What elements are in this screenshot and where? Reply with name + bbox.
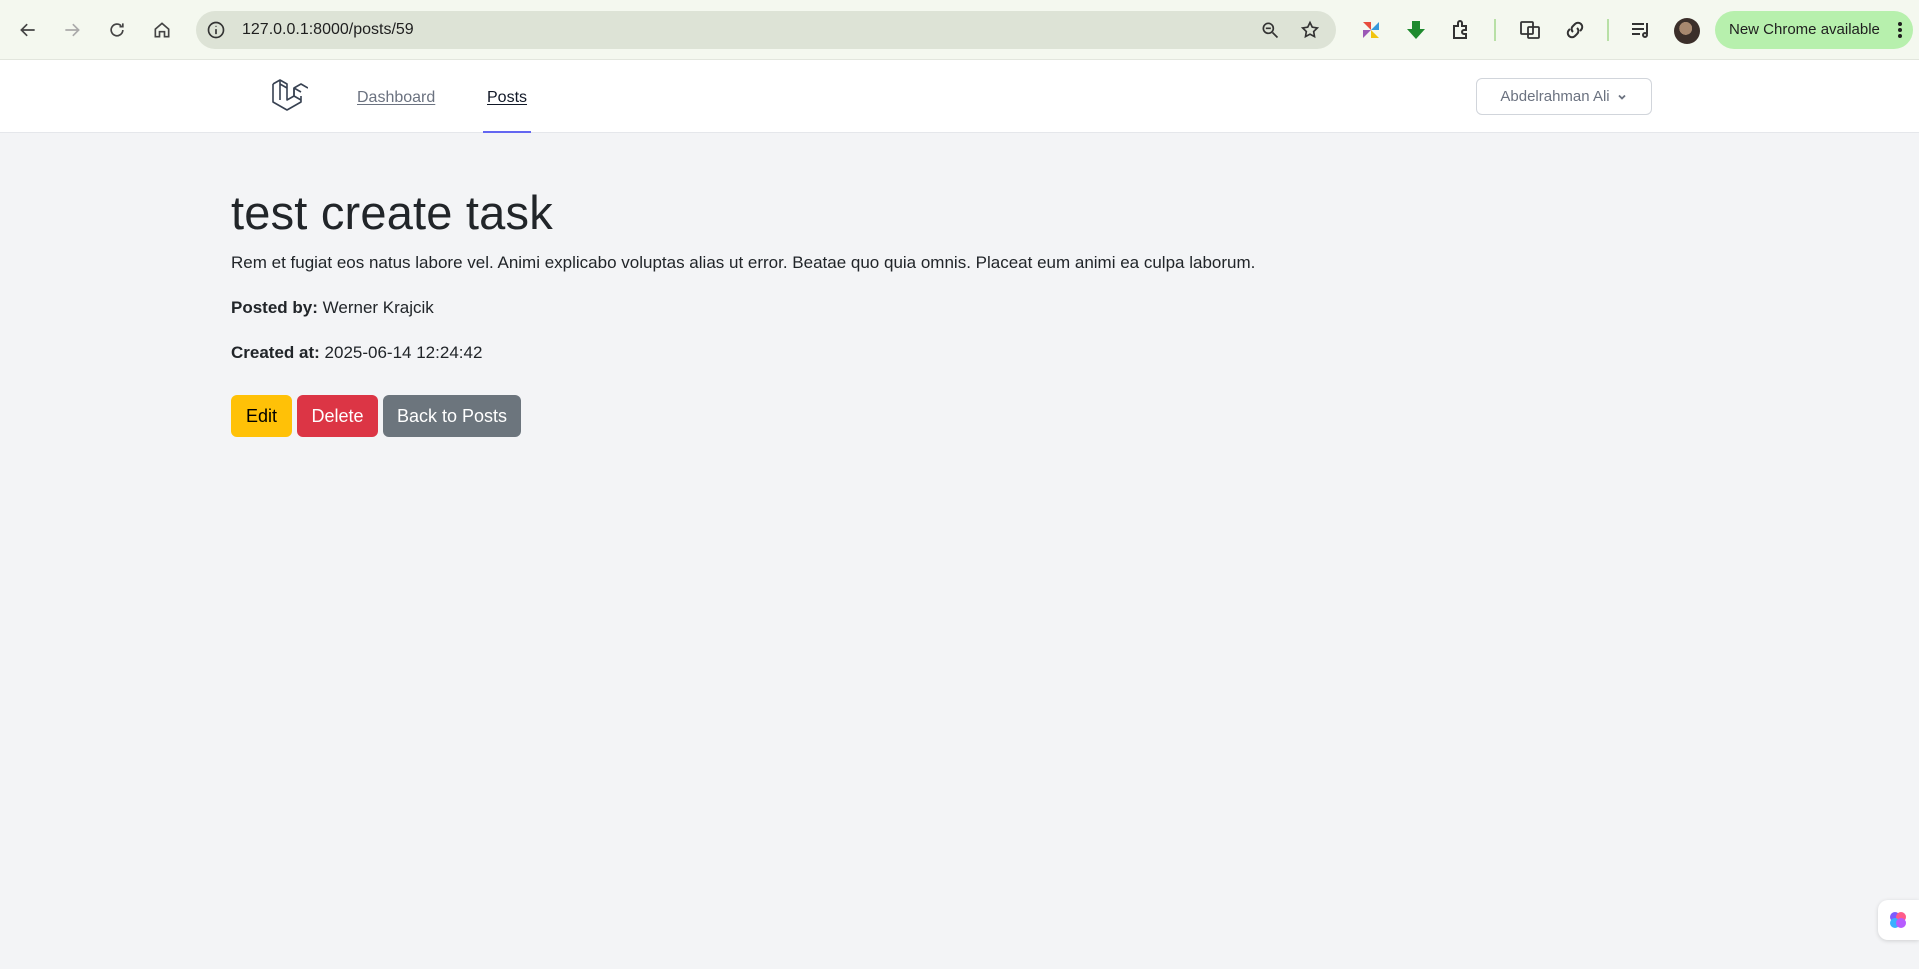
back-icon[interactable] — [12, 14, 44, 46]
translate-icon[interactable] — [1518, 18, 1542, 42]
toolbar-divider — [1494, 19, 1496, 41]
edit-button[interactable]: Edit — [231, 395, 292, 437]
address-bar[interactable]: 127.0.0.1:8000/posts/59 — [196, 11, 1336, 49]
reload-icon[interactable] — [101, 14, 133, 46]
chevron-down-icon — [1617, 94, 1626, 100]
browser-toolbar: 127.0.0.1:8000/posts/59 New Chrome avail… — [0, 0, 1919, 60]
post-body: Rem et fugiat eos natus labore vel. Anim… — [231, 253, 1256, 272]
post-detail: test create task Rem et fugiat eos natus… — [231, 185, 1255, 437]
update-chrome-button[interactable]: New Chrome available — [1715, 11, 1913, 49]
more-menu-icon[interactable] — [1897, 21, 1903, 39]
site-info-icon[interactable] — [206, 20, 226, 40]
bookmark-star-icon[interactable] — [1300, 20, 1320, 40]
forward-icon[interactable] — [56, 14, 88, 46]
posted-by-label: Posted by: — [231, 298, 318, 317]
color-picker-extension-icon[interactable] — [1359, 18, 1383, 42]
back-to-posts-button[interactable]: Back to Posts — [383, 395, 521, 437]
created-at-label: Created at: — [231, 343, 320, 362]
url-text[interactable]: 127.0.0.1:8000/posts/59 — [242, 11, 414, 49]
media-queue-icon[interactable] — [1629, 18, 1653, 42]
laravel-logo-icon[interactable] — [268, 76, 308, 116]
home-icon[interactable] — [146, 14, 178, 46]
link-icon[interactable] — [1563, 18, 1587, 42]
profile-avatar[interactable] — [1674, 18, 1700, 44]
extensions-puzzle-icon[interactable] — [1449, 18, 1473, 42]
download-arrow-icon[interactable] — [1404, 18, 1428, 42]
post-actions: Edit Delete Back to Posts — [231, 395, 521, 437]
created-at-value: 2025-06-14 12:24:42 — [324, 343, 483, 362]
posted-by: Posted by: Werner Krajcik — [231, 298, 434, 318]
delete-button[interactable]: Delete — [297, 395, 378, 437]
nav-link-dashboard[interactable]: Dashboard — [357, 60, 435, 133]
update-label: New Chrome available — [1729, 21, 1880, 38]
floating-assistant-button[interactable] — [1878, 900, 1919, 940]
user-name: Abdelrahman Ali — [1500, 88, 1610, 105]
user-dropdown[interactable]: Abdelrahman Ali — [1476, 78, 1652, 115]
zoom-icon[interactable] — [1260, 20, 1280, 40]
nav-link-posts[interactable]: Posts — [483, 60, 532, 133]
app-navbar: Dashboard Posts Abdelrahman Ali — [0, 60, 1919, 133]
created-at: Created at: 2025-06-14 12:24:42 — [231, 343, 482, 363]
author-name: Werner Krajcik — [322, 298, 434, 317]
post-title: test create task — [231, 186, 553, 239]
brain-icon — [1890, 912, 1906, 928]
toolbar-divider — [1607, 19, 1609, 41]
